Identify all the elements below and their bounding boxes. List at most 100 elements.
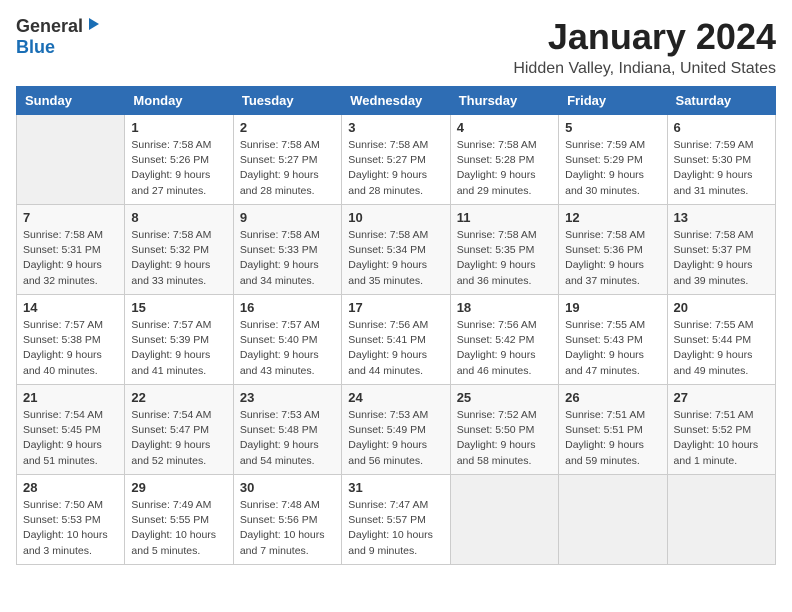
- calendar-body: 1 Sunrise: 7:58 AMSunset: 5:26 PMDaylight…: [17, 115, 776, 565]
- day-info: Sunrise: 7:59 AMSunset: 5:29 PMDaylight:…: [565, 138, 660, 199]
- calendar-cell: 7Sunrise: 7:58 AMSunset: 5:31 PMDaylight…: [17, 205, 125, 295]
- day-number: 26: [565, 390, 660, 405]
- day-info: Sunrise: 7:58 AMSunset: 5:26 PMDaylight:…: [131, 138, 226, 199]
- logo-blue-text: Blue: [16, 37, 55, 57]
- day-number: 30: [240, 480, 335, 495]
- calendar-cell: [450, 475, 558, 565]
- calendar-cell: 29 Sunrise: 7:49 AMSunset: 5:55 PMDayligh…: [125, 475, 233, 565]
- day-number: 18: [457, 300, 552, 315]
- day-info: Sunrise: 7:58 AMSunset: 5:36 PMDaylight:…: [565, 228, 660, 289]
- day-info: Sunrise: 7:58 AMSunset: 5:28 PMDaylight:…: [457, 138, 552, 199]
- calendar-week-row: 7Sunrise: 7:58 AMSunset: 5:31 PMDaylight…: [17, 205, 776, 295]
- day-info: Sunrise: 7:58 AMSunset: 5:27 PMDaylight:…: [348, 138, 443, 199]
- day-number: 9: [240, 210, 335, 225]
- day-info: Sunrise: 7:53 AMSunset: 5:49 PMDaylight:…: [348, 408, 443, 469]
- day-number: 1: [131, 120, 226, 135]
- logo-arrow-icon: [85, 16, 101, 37]
- calendar-week-row: 14 Sunrise: 7:57 AMSunset: 5:38 PMDayligh…: [17, 295, 776, 385]
- calendar-cell: 3 Sunrise: 7:58 AMSunset: 5:27 PMDaylight…: [342, 115, 450, 205]
- day-info: Sunrise: 7:58 AMSunset: 5:27 PMDaylight:…: [240, 138, 335, 199]
- calendar-week-row: 21 Sunrise: 7:54 AMSunset: 5:45 PMDayligh…: [17, 385, 776, 475]
- day-number: 21: [23, 390, 118, 405]
- calendar-cell: 16Sunrise: 7:57 AMSunset: 5:40 PMDayligh…: [233, 295, 341, 385]
- day-number: 20: [674, 300, 769, 315]
- calendar-cell: 2Sunrise: 7:58 AMSunset: 5:27 PMDaylight…: [233, 115, 341, 205]
- day-number: 28: [23, 480, 118, 495]
- calendar-cell: [667, 475, 775, 565]
- calendar-header-saturday: Saturday: [667, 87, 775, 115]
- day-number: 15: [131, 300, 226, 315]
- day-number: 31: [348, 480, 443, 495]
- day-number: 23: [240, 390, 335, 405]
- logo: General Blue: [16, 16, 101, 58]
- calendar-cell: 24 Sunrise: 7:53 AMSunset: 5:49 PMDayligh…: [342, 385, 450, 475]
- calendar-cell: 25 Sunrise: 7:52 AMSunset: 5:50 PMDayligh…: [450, 385, 558, 475]
- day-number: 3: [348, 120, 443, 135]
- calendar-cell: 12Sunrise: 7:58 AMSunset: 5:36 PMDayligh…: [559, 205, 667, 295]
- day-info: Sunrise: 7:57 AMSunset: 5:38 PMDaylight:…: [23, 318, 118, 379]
- day-info: Sunrise: 7:55 AMSunset: 5:44 PMDaylight:…: [674, 318, 769, 379]
- day-info: Sunrise: 7:50 AMSunset: 5:53 PMDaylight:…: [23, 498, 118, 559]
- calendar-cell: 9 Sunrise: 7:58 AMSunset: 5:33 PMDaylight…: [233, 205, 341, 295]
- day-number: 14: [23, 300, 118, 315]
- day-info: Sunrise: 7:56 AMSunset: 5:41 PMDaylight:…: [348, 318, 443, 379]
- calendar-cell: 1 Sunrise: 7:58 AMSunset: 5:26 PMDaylight…: [125, 115, 233, 205]
- day-number: 5: [565, 120, 660, 135]
- calendar-header-wednesday: Wednesday: [342, 87, 450, 115]
- day-number: 29: [131, 480, 226, 495]
- day-info: Sunrise: 7:58 AMSunset: 5:37 PMDaylight:…: [674, 228, 769, 289]
- day-number: 6: [674, 120, 769, 135]
- day-info: Sunrise: 7:54 AMSunset: 5:45 PMDaylight:…: [23, 408, 118, 469]
- calendar-header-tuesday: Tuesday: [233, 87, 341, 115]
- calendar-cell: 21 Sunrise: 7:54 AMSunset: 5:45 PMDayligh…: [17, 385, 125, 475]
- calendar-cell: 19 Sunrise: 7:55 AMSunset: 5:43 PMDayligh…: [559, 295, 667, 385]
- day-number: 24: [348, 390, 443, 405]
- day-info: Sunrise: 7:58 AMSunset: 5:32 PMDaylight:…: [131, 228, 226, 289]
- calendar-cell: 8Sunrise: 7:58 AMSunset: 5:32 PMDaylight…: [125, 205, 233, 295]
- day-info: Sunrise: 7:53 AMSunset: 5:48 PMDaylight:…: [240, 408, 335, 469]
- calendar-cell: 28 Sunrise: 7:50 AMSunset: 5:53 PMDayligh…: [17, 475, 125, 565]
- calendar-cell: [559, 475, 667, 565]
- day-info: Sunrise: 7:52 AMSunset: 5:50 PMDaylight:…: [457, 408, 552, 469]
- day-info: Sunrise: 7:58 AMSunset: 5:33 PMDaylight:…: [240, 228, 335, 289]
- day-info: Sunrise: 7:55 AMSunset: 5:43 PMDaylight:…: [565, 318, 660, 379]
- calendar-cell: 14 Sunrise: 7:57 AMSunset: 5:38 PMDayligh…: [17, 295, 125, 385]
- calendar-header-friday: Friday: [559, 87, 667, 115]
- calendar-cell: [17, 115, 125, 205]
- calendar-cell: 17Sunrise: 7:56 AMSunset: 5:41 PMDayligh…: [342, 295, 450, 385]
- day-info: Sunrise: 7:47 AMSunset: 5:57 PMDaylight:…: [348, 498, 443, 559]
- calendar-header-row: SundayMondayTuesdayWednesdayThursdayFrid…: [17, 87, 776, 115]
- day-info: Sunrise: 7:57 AMSunset: 5:39 PMDaylight:…: [131, 318, 226, 379]
- day-info: Sunrise: 7:54 AMSunset: 5:47 PMDaylight:…: [131, 408, 226, 469]
- calendar-header-sunday: Sunday: [17, 87, 125, 115]
- calendar-header-thursday: Thursday: [450, 87, 558, 115]
- calendar-cell: 31 Sunrise: 7:47 AMSunset: 5:57 PMDayligh…: [342, 475, 450, 565]
- calendar-cell: 27Sunrise: 7:51 AMSunset: 5:52 PMDayligh…: [667, 385, 775, 475]
- day-number: 19: [565, 300, 660, 315]
- calendar-cell: 15 Sunrise: 7:57 AMSunset: 5:39 PMDayligh…: [125, 295, 233, 385]
- calendar-cell: 10Sunrise: 7:58 AMSunset: 5:34 PMDayligh…: [342, 205, 450, 295]
- day-number: 25: [457, 390, 552, 405]
- calendar-cell: 5 Sunrise: 7:59 AMSunset: 5:29 PMDaylight…: [559, 115, 667, 205]
- day-number: 16: [240, 300, 335, 315]
- day-number: 22: [131, 390, 226, 405]
- day-number: 11: [457, 210, 552, 225]
- calendar-week-row: 1 Sunrise: 7:58 AMSunset: 5:26 PMDaylight…: [17, 115, 776, 205]
- calendar-cell: 13 Sunrise: 7:58 AMSunset: 5:37 PMDayligh…: [667, 205, 775, 295]
- calendar-cell: 20 Sunrise: 7:55 AMSunset: 5:44 PMDayligh…: [667, 295, 775, 385]
- calendar-cell: 22 Sunrise: 7:54 AMSunset: 5:47 PMDayligh…: [125, 385, 233, 475]
- day-info: Sunrise: 7:58 AMSunset: 5:34 PMDaylight:…: [348, 228, 443, 289]
- logo-general-text: General: [16, 16, 83, 37]
- day-number: 27: [674, 390, 769, 405]
- day-number: 13: [674, 210, 769, 225]
- calendar-cell: 6Sunrise: 7:59 AMSunset: 5:30 PMDaylight…: [667, 115, 775, 205]
- page-header: General Blue January 2024 Hidden Valley,…: [16, 16, 776, 78]
- calendar-header-monday: Monday: [125, 87, 233, 115]
- day-info: Sunrise: 7:51 AMSunset: 5:51 PMDaylight:…: [565, 408, 660, 469]
- calendar-week-row: 28 Sunrise: 7:50 AMSunset: 5:53 PMDayligh…: [17, 475, 776, 565]
- calendar-subtitle: Hidden Valley, Indiana, United States: [513, 60, 776, 78]
- calendar-cell: 18Sunrise: 7:56 AMSunset: 5:42 PMDayligh…: [450, 295, 558, 385]
- day-info: Sunrise: 7:58 AMSunset: 5:35 PMDaylight:…: [457, 228, 552, 289]
- day-info: Sunrise: 7:48 AMSunset: 5:56 PMDaylight:…: [240, 498, 335, 559]
- day-info: Sunrise: 7:49 AMSunset: 5:55 PMDaylight:…: [131, 498, 226, 559]
